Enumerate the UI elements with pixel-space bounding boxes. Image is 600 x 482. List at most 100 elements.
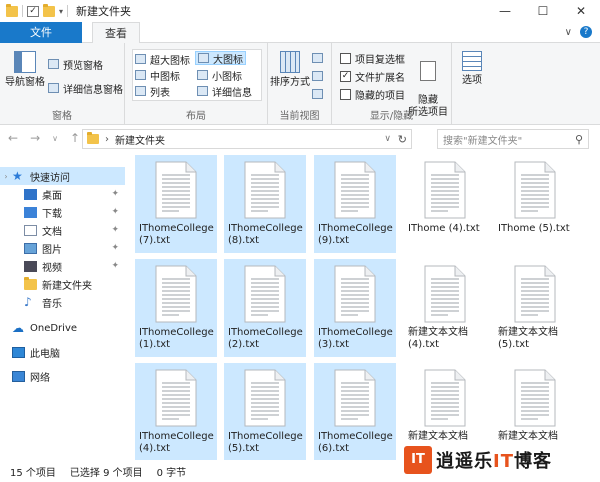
nav-item-documents[interactable]: 文档 ✦	[0, 221, 125, 239]
search-placeholder[interactable]: 搜索"新建文件夹"	[443, 132, 522, 147]
file-extensions-toggle[interactable]: ✓ 文件扩展名	[340, 69, 405, 84]
group-by-button[interactable]	[312, 51, 323, 65]
chevron-right-icon[interactable]: ›	[105, 134, 109, 145]
pin-icon[interactable]: ✦	[111, 189, 119, 199]
nav-item-network[interactable]: 网络	[0, 367, 125, 385]
close-button[interactable]: ✕	[562, 0, 600, 22]
new-folder-icon[interactable]	[43, 3, 55, 17]
navigation-pane-button[interactable]: 导航窗格	[4, 51, 46, 89]
details-pane-button[interactable]: 详细信息窗格	[48, 81, 123, 96]
back-arrow-icon[interactable]: ←	[8, 131, 18, 145]
nav-item-this-pc[interactable]: 此电脑	[0, 343, 125, 361]
nav-item-pictures[interactable]: 图片 ✦	[0, 239, 125, 257]
up-arrow-icon[interactable]: ↑	[70, 131, 80, 145]
watermark: IT 逍遥乐IT博客	[404, 437, 600, 482]
options-button[interactable]: 选项	[456, 51, 488, 87]
file-name: IThomeCollege (1).txt	[139, 327, 214, 350]
file-item[interactable]: IThomeCollege (8).txt	[224, 155, 306, 253]
nav-item-onedrive[interactable]: ☁ OneDrive	[0, 319, 125, 337]
layout-details[interactable]: 详细信息	[197, 84, 252, 99]
tab-view[interactable]: 查看	[92, 22, 140, 44]
picture-icon	[24, 242, 37, 254]
file-item[interactable]: IThomeCollege (1).txt	[135, 259, 217, 357]
search-box[interactable]: 搜索"新建文件夹" ⚲	[437, 129, 589, 149]
layout-large-icons[interactable]: 大图标	[195, 51, 246, 66]
text-file-icon	[153, 265, 199, 323]
nav-item-desktop[interactable]: 桌面 ✦	[0, 185, 125, 203]
address-path[interactable]: 新建文件夹	[115, 132, 165, 147]
refresh-icon[interactable]: ↻	[398, 133, 407, 146]
layout-small-icons[interactable]: 小图标	[197, 68, 242, 83]
file-item[interactable]: 新建文本文档 (4).txt	[404, 259, 486, 357]
sort-by-button[interactable]: 排序方式	[270, 51, 310, 89]
hidden-items-checkbox[interactable]	[340, 88, 351, 100]
navigation-pane: › ★ 快速访问 桌面 ✦ 下载 ✦ 文档 ✦ 图片 ✦ 视频 ✦ 新建文件夹	[0, 153, 125, 460]
folder-icon	[6, 3, 18, 17]
hidden-items-toggle[interactable]: 隐藏的项目	[340, 87, 405, 102]
layout-medium-icons[interactable]: 中图标	[135, 68, 180, 83]
divider	[67, 5, 69, 17]
file-item[interactable]: 新建文本文档 (5).txt	[494, 259, 576, 357]
file-item[interactable]: IThome (5).txt	[494, 155, 576, 253]
search-icon[interactable]: ⚲	[575, 133, 583, 146]
file-extensions-checkbox[interactable]: ✓	[340, 70, 351, 82]
ribbon: 导航窗格 预览窗格 详细信息窗格 窗格 布局 超大图标 大图标 中图标 小图标 …	[0, 43, 600, 125]
watermark-text-a: 逍遥乐	[436, 450, 493, 472]
nav-item-music[interactable]: ♪ 音乐	[0, 293, 125, 311]
nav-item-label: OneDrive	[30, 322, 78, 334]
text-file-icon	[512, 161, 558, 219]
file-item[interactable]: IThomeCollege (5).txt	[224, 363, 306, 461]
pin-icon[interactable]: ✦	[111, 225, 119, 235]
properties-icon[interactable]: ✓	[27, 5, 39, 17]
file-name: IThomeCollege (8).txt	[228, 223, 303, 246]
pin-icon[interactable]: ✦	[111, 207, 119, 217]
details-pane-icon	[48, 83, 59, 93]
file-name: IThomeCollege (3).txt	[318, 327, 393, 350]
pin-icon[interactable]: ✦	[111, 261, 119, 271]
layout-option-label: 超大图标	[150, 55, 190, 67]
layout-extra-large-icons[interactable]: 超大图标	[135, 52, 190, 67]
file-name: IThomeCollege (9).txt	[318, 223, 393, 246]
file-name: IThomeCollege (7).txt	[139, 223, 214, 246]
nav-item-label: 快速访问	[30, 172, 70, 184]
layout-list[interactable]: 列表	[135, 84, 170, 99]
document-icon	[24, 224, 37, 236]
expand-icon[interactable]: ›	[0, 172, 12, 181]
hide-selected-icon	[420, 61, 436, 81]
item-checkboxes-toggle[interactable]: 项目复选框	[340, 51, 405, 66]
navigation-pane-label: 导航窗格	[5, 77, 45, 88]
address-bar[interactable]: › 新建文件夹 ∨ ↻	[82, 129, 412, 149]
computer-icon	[12, 346, 25, 358]
customize-toolbar-icon[interactable]: ▾	[59, 7, 63, 16]
text-file-icon	[422, 161, 468, 219]
file-item[interactable]: IThomeCollege (2).txt	[224, 259, 306, 357]
file-item[interactable]: IThomeCollege (3).txt	[314, 259, 396, 357]
add-columns-button[interactable]	[312, 69, 323, 83]
nav-item-label: 视频	[42, 262, 62, 274]
forward-arrow-icon[interactable]: →	[30, 131, 40, 145]
nav-item-quick-access[interactable]: › ★ 快速访问	[0, 167, 125, 185]
collapse-ribbon-icon[interactable]: ∨	[565, 27, 572, 38]
file-item[interactable]: IThome (4).txt	[404, 155, 486, 253]
size-columns-button[interactable]	[312, 87, 323, 101]
window-title: 新建文件夹	[76, 5, 132, 18]
nav-item-downloads[interactable]: 下载 ✦	[0, 203, 125, 221]
chevron-down-icon[interactable]: ∨	[384, 134, 391, 144]
text-file-icon	[422, 369, 468, 427]
file-item[interactable]: IThomeCollege (7).txt	[135, 155, 217, 253]
file-item[interactable]: IThomeCollege (6).txt	[314, 363, 396, 461]
help-icon[interactable]: ?	[580, 26, 592, 38]
text-file-icon	[512, 265, 558, 323]
minimize-button[interactable]: —	[486, 0, 524, 22]
item-checkboxes-checkbox[interactable]	[340, 52, 351, 64]
pin-icon[interactable]: ✦	[111, 243, 119, 253]
nav-item-label: 桌面	[42, 190, 62, 202]
file-item[interactable]: IThomeCollege (9).txt	[314, 155, 396, 253]
address-bar-row: ← → ∨ ↑ › 新建文件夹 ∨ ↻ 搜索"新建文件夹" ⚲	[0, 125, 600, 153]
maximize-button[interactable]: ☐	[524, 0, 562, 22]
preview-pane-button[interactable]: 预览窗格	[48, 57, 103, 72]
recent-dropdown-icon[interactable]: ∨	[52, 134, 58, 145]
file-item[interactable]: IThomeCollege (4).txt	[135, 363, 217, 461]
nav-item-new-folder[interactable]: 新建文件夹	[0, 275, 125, 293]
nav-item-videos[interactable]: 视频 ✦	[0, 257, 125, 275]
